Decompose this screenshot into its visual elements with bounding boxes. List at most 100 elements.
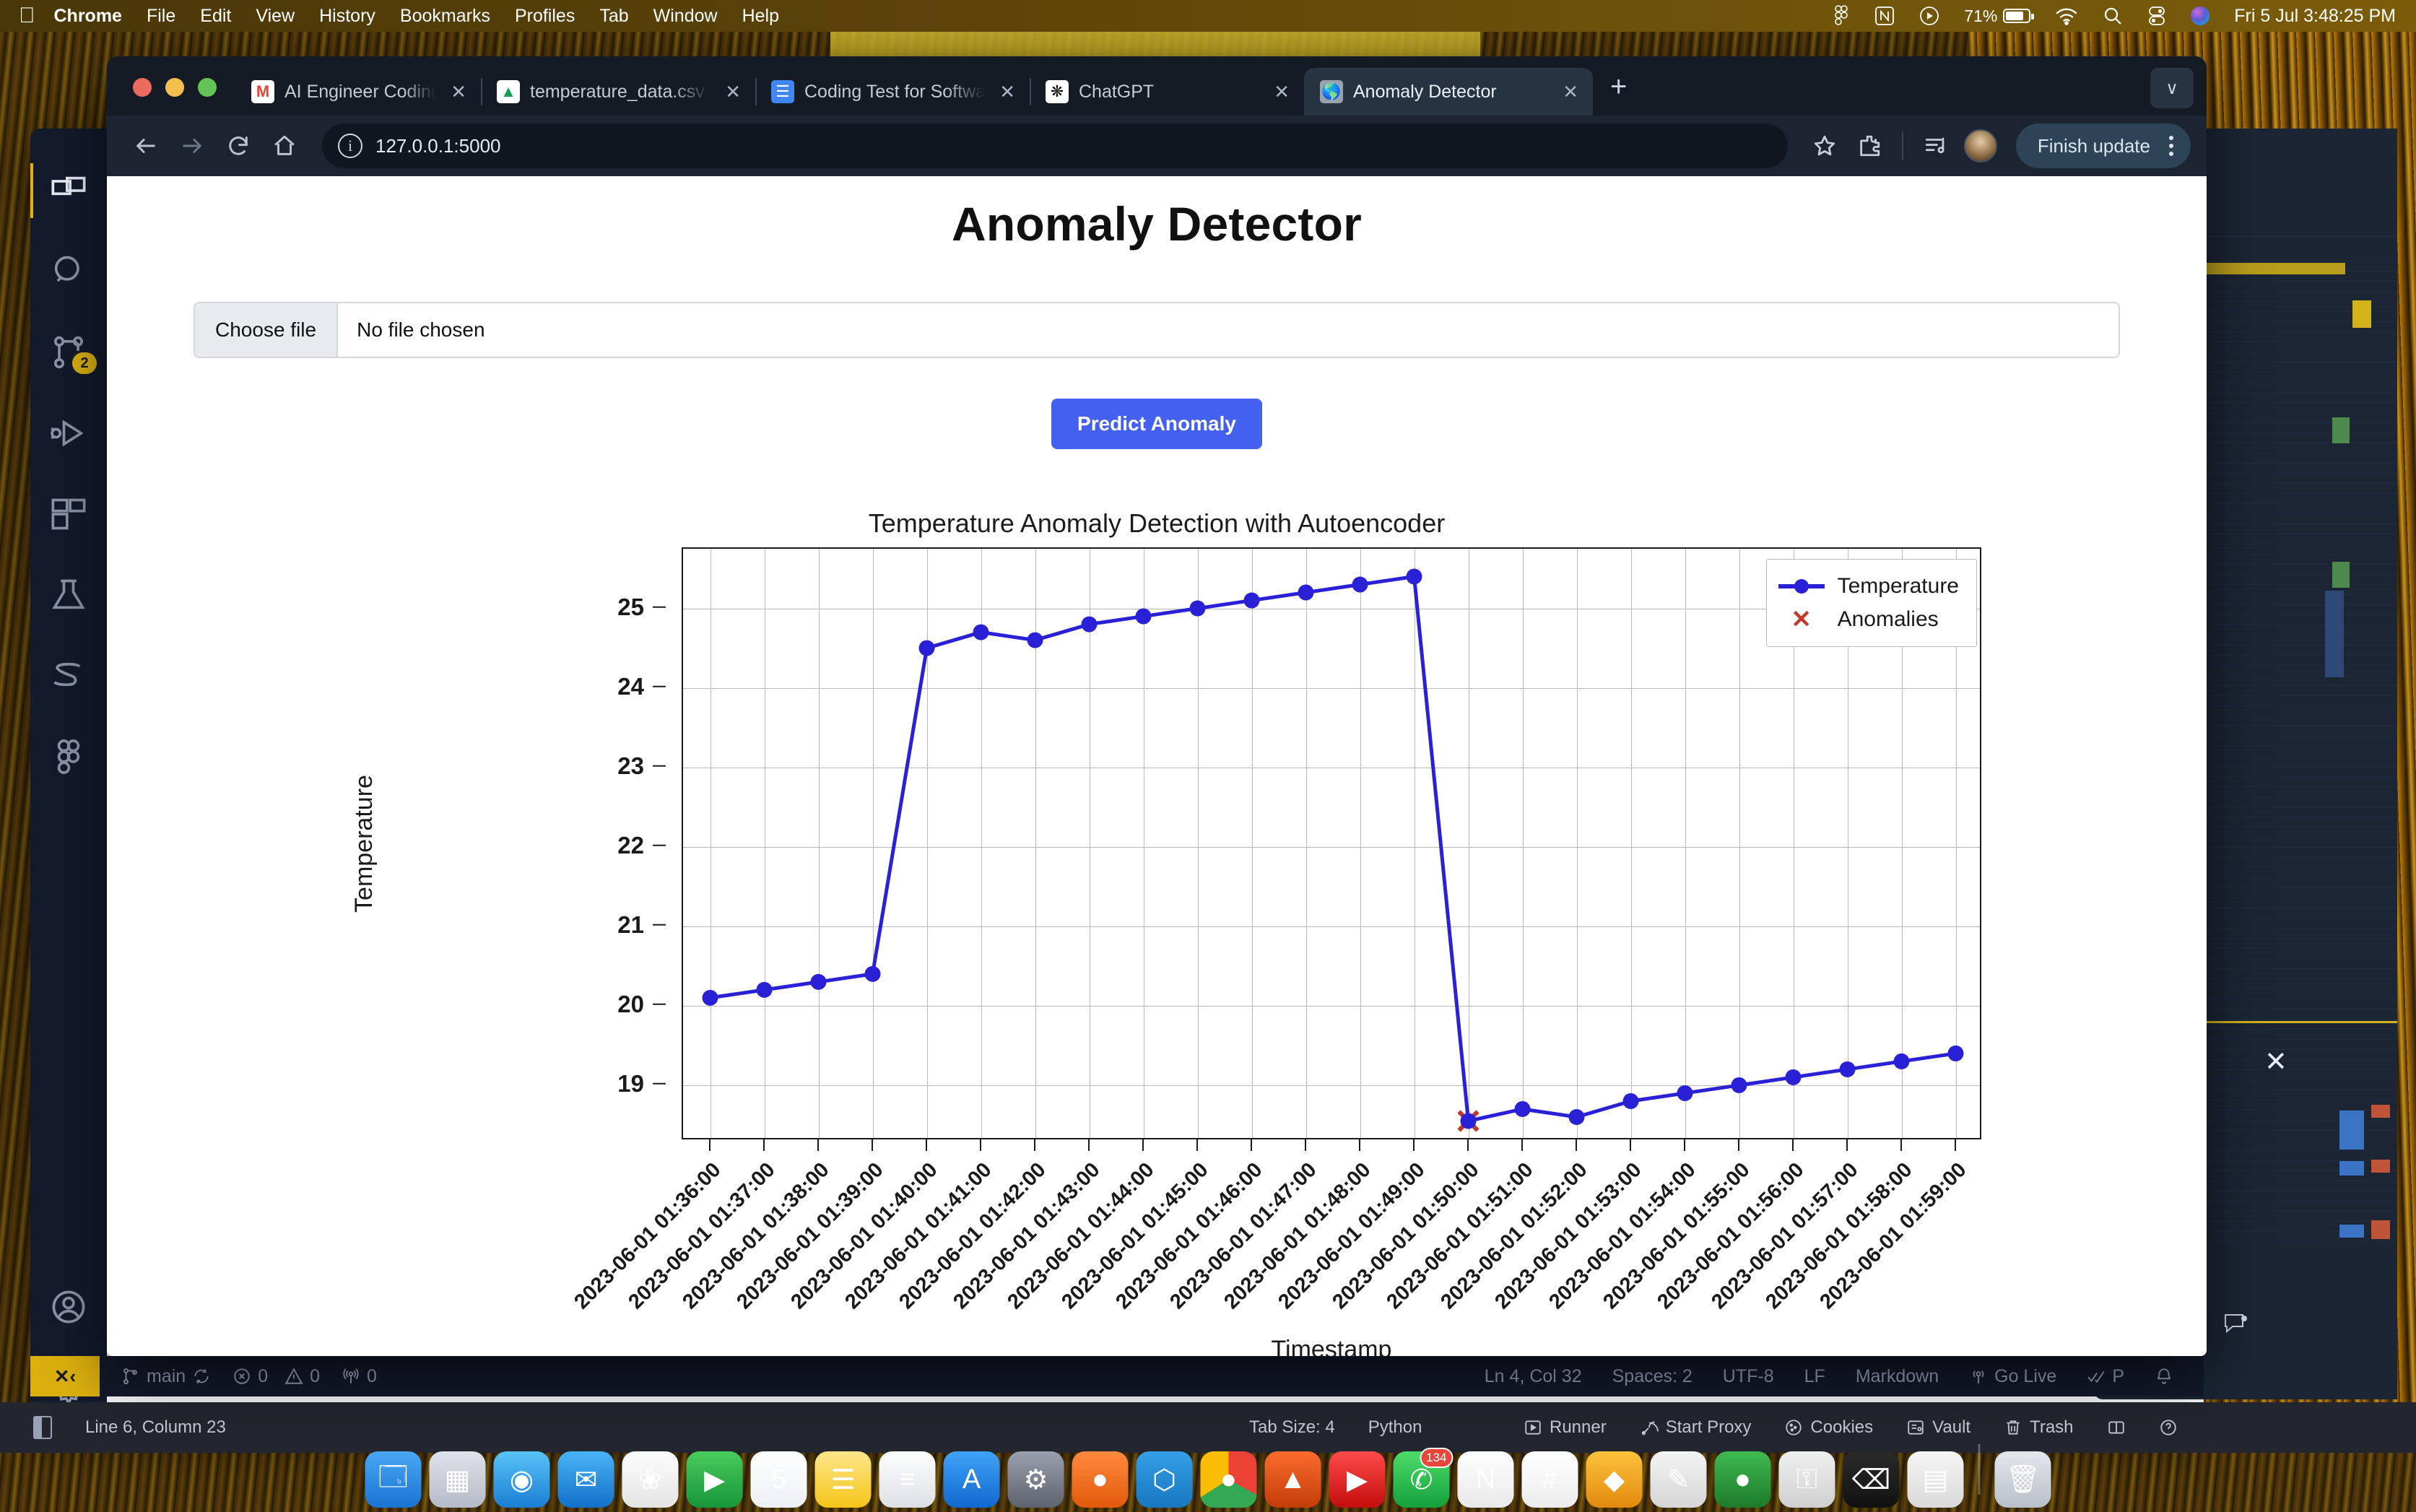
menu-item-help[interactable]: Help [742,6,779,27]
status-indentation[interactable]: Spaces: 2 [1612,1366,1692,1387]
status-eol[interactable]: LF [1804,1366,1825,1387]
dock-photos-icon[interactable]: ❀ [622,1451,679,1508]
browser-tab-chatgpt[interactable]: ❋ ChatGPT ✕ [1030,68,1304,116]
close-tab-button[interactable]: ✕ [1269,81,1294,103]
status-layout-icon[interactable] [2107,1418,2126,1437]
choose-file-button[interactable]: Choose file [195,303,338,357]
status-ports[interactable]: 0 [342,1366,377,1387]
status-branch[interactable]: main [121,1366,211,1387]
sidebar-item-figma[interactable] [30,716,107,797]
reload-button[interactable] [215,123,261,169]
chrome-browser-window[interactable]: M AI Engineer Coding Test @ Co ✕ ▲ tempe… [107,56,2207,1356]
sidebar-item-search[interactable] [30,231,107,312]
close-tab-button[interactable]: ✕ [446,81,471,103]
battery-status[interactable]: 71% [1964,6,2030,26]
sidebar-item-testing[interactable] [30,555,107,635]
dock-brave-icon[interactable]: ▲ [1265,1451,1321,1508]
dock-safari-icon[interactable]: ◉ [494,1451,550,1508]
dock-youtube-icon[interactable]: ▶ [1329,1451,1386,1508]
dock-terminal-icon[interactable]: ⌫ [1843,1451,1900,1508]
maximize-window-button[interactable] [198,78,217,97]
status-go-live[interactable]: Go Live [1969,1366,2056,1387]
close-tab-button[interactable]: ✕ [995,81,1020,103]
menu-item-chrome[interactable]: Chrome [54,6,122,27]
dock-slack-icon[interactable]: # [1522,1451,1578,1508]
dock-documents-folder-icon[interactable]: ▤ [1908,1451,1964,1508]
dock-reminders-icon[interactable]: ≡ [879,1451,936,1508]
menu-item-file[interactable]: File [147,6,175,27]
dock-postman-icon[interactable]: ● [1072,1451,1129,1508]
dock-whatsapp-icon[interactable]: ✆134 [1394,1451,1450,1508]
control-center-icon[interactable] [2147,6,2166,26]
menu-item-profiles[interactable]: Profiles [515,6,575,27]
close-tab-button[interactable]: ✕ [721,81,745,103]
siri-icon[interactable] [2191,6,2209,25]
sidebar-item-extensions[interactable] [30,474,107,555]
site-info-icon[interactable]: i [338,134,362,158]
bookmark-star-icon[interactable] [1802,123,1847,168]
dock-notion-icon[interactable]: N [1458,1451,1514,1508]
status-errors[interactable]: 0 0 [233,1366,320,1387]
dock-pencil-icon[interactable]: ✎ [1651,1451,1707,1508]
profile-avatar[interactable] [1958,123,2003,168]
status-encoding[interactable]: UTF-8 [1723,1366,1774,1387]
sidebar-item-run-and-debug[interactable] [30,393,107,474]
back-button[interactable] [123,123,169,169]
dock-chrome-icon[interactable]: ● [1201,1451,1257,1508]
status-help-icon[interactable] [2159,1418,2178,1437]
status-prettier[interactable]: P [2087,1366,2124,1387]
predict-anomaly-button[interactable]: Predict Anomaly [1051,399,1262,449]
status-split-icon[interactable] [33,1416,52,1439]
file-input[interactable]: Choose file No file chosen [194,302,2120,358]
status-line-column[interactable]: Line 6, Column 23 [85,1417,226,1438]
minimize-window-button[interactable] [165,78,184,97]
sidebar-item-explorer[interactable] [30,150,107,231]
notion-icon[interactable] [1874,6,1895,26]
menu-item-history[interactable]: History [319,6,375,27]
menu-item-window[interactable]: Window [653,6,718,27]
close-window-button[interactable] [133,78,152,97]
dock-launchpad-icon[interactable]: ▦ [430,1451,486,1508]
status-cursor-position[interactable]: Ln 4, Col 32 [1485,1366,1582,1387]
dock-system-settings-icon[interactable]: ⚙ [1008,1451,1064,1508]
play-circle-icon[interactable] [1919,6,1939,26]
new-tab-button[interactable]: + [1593,72,1644,116]
menubar-clock[interactable]: Fri 5 Jul 3:48:25 PM [2234,6,2396,27]
browser-tab-coding-test-doc[interactable]: ☰ Coding Test for Software Eng ✕ [755,68,1030,116]
status-language-mode[interactable]: Markdown [1856,1366,1939,1387]
dock-finder-icon[interactable]: 🗔 [365,1451,422,1508]
forward-button[interactable] [169,123,215,169]
menu-item-view[interactable]: View [256,6,295,27]
dock-facetime-icon[interactable]: ▶ [687,1451,743,1508]
dock-calendar-icon[interactable]: 5 [751,1451,807,1508]
sidebar-item-accounts[interactable] [30,1266,107,1347]
apple-logo-icon[interactable]:  [19,5,35,27]
home-button[interactable] [261,123,308,169]
dock-sketch-icon[interactable]: ◆ [1586,1451,1643,1508]
sidebar-item-source-control[interactable]: 2 [30,312,107,393]
browser-tab-temperature-csv[interactable]: ▲ temperature_data.csv - Goog ✕ [481,68,755,116]
figma-icon[interactable] [1833,5,1850,27]
address-bar[interactable]: i 127.0.0.1:5000 [322,123,1788,168]
media-control-icon[interactable] [1913,123,1958,168]
status-notifications[interactable] [2155,1367,2173,1386]
dock-mail-icon[interactable]: ✉ [558,1451,614,1508]
menu-item-tab[interactable]: Tab [599,6,628,27]
finish-update-button[interactable]: Finish update [2016,123,2191,168]
dock-password-icon[interactable]: ⚿ [1779,1451,1835,1508]
dock-vscode-icon[interactable]: ⬡ [1137,1451,1193,1508]
sidebar-item-sonarlint[interactable] [30,635,107,716]
dock-appstore-icon[interactable]: A [944,1451,1000,1508]
close-tab-button[interactable]: ✕ [1558,81,1583,103]
remote-window-button[interactable]: ✕‹ [30,1356,100,1396]
wifi-icon[interactable] [2055,6,2078,25]
dock-trash-icon[interactable]: 🗑 [1995,1451,2051,1508]
menu-item-bookmarks[interactable]: Bookmarks [400,6,490,27]
menu-item-edit[interactable]: Edit [200,6,231,27]
browser-tab-anomaly-detector[interactable]: 🌎 Anomaly Detector ✕ [1304,68,1593,116]
extensions-puzzle-icon[interactable] [1847,123,1892,168]
chrome-menu-icon[interactable] [2162,136,2181,156]
close-icon[interactable]: ✕ [2264,1046,2287,1078]
tab-search-button[interactable]: ∨ [2150,68,2194,108]
spotlight-search-icon[interactable] [2103,6,2123,26]
